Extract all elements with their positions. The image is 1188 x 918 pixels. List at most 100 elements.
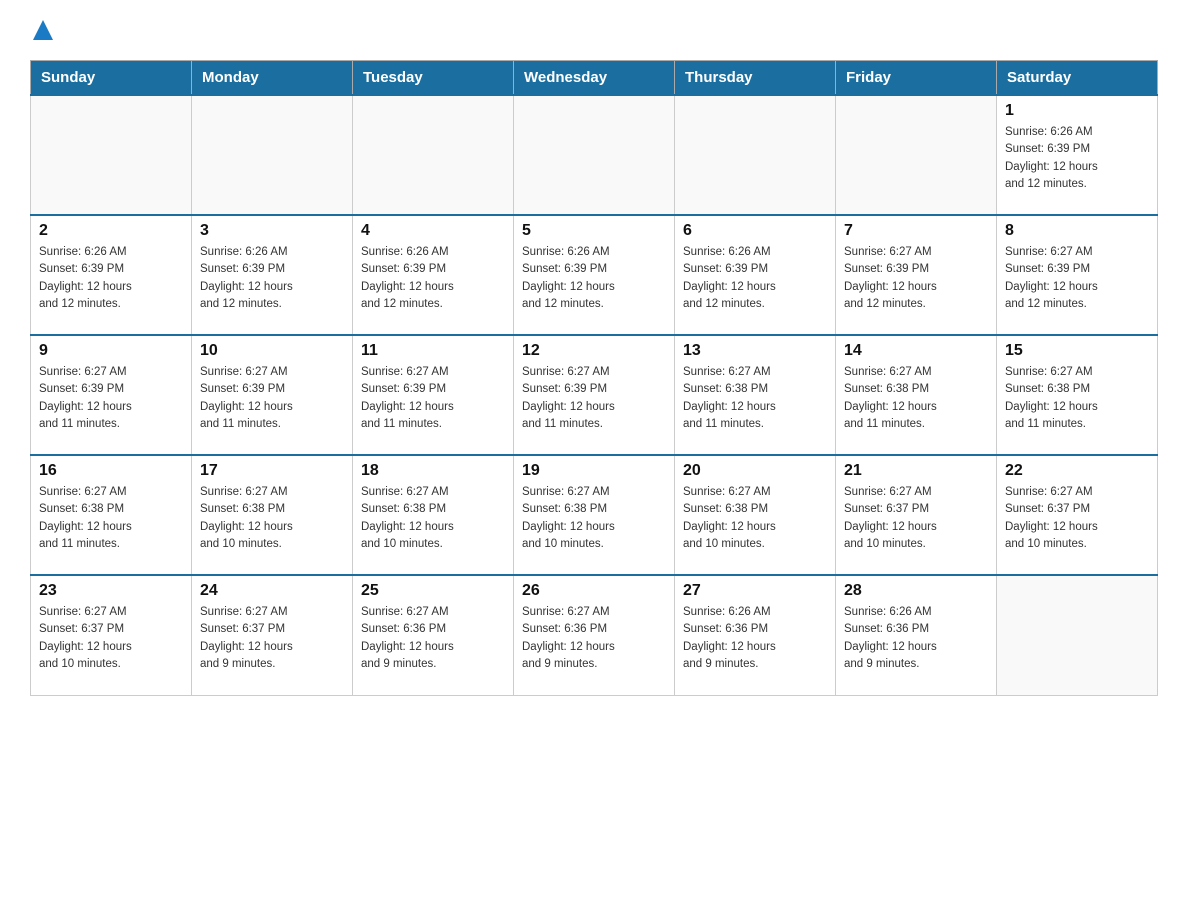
day-info: Sunrise: 6:27 AM Sunset: 6:36 PM Dayligh… <box>361 604 505 673</box>
day-number: 7 <box>844 222 988 240</box>
day-info: Sunrise: 6:26 AM Sunset: 6:36 PM Dayligh… <box>844 604 988 673</box>
day-cell: 14 Sunrise: 6:27 AM Sunset: 6:38 PM Dayli… <box>836 335 997 455</box>
day-cell: 25 Sunrise: 6:27 AM Sunset: 6:36 PM Dayli… <box>353 575 514 695</box>
day-cell: 19 Sunrise: 6:27 AM Sunset: 6:38 PM Dayli… <box>514 455 675 575</box>
day-cell: 9 Sunrise: 6:27 AM Sunset: 6:39 PM Daylig… <box>31 335 192 455</box>
day-info: Sunrise: 6:27 AM Sunset: 6:39 PM Dayligh… <box>844 244 988 313</box>
day-number: 4 <box>361 222 505 240</box>
header-saturday: Saturday <box>997 61 1158 96</box>
day-cell: 1Sunrise: 6:26 AM Sunset: 6:39 PM Daylig… <box>997 95 1158 215</box>
day-number: 2 <box>39 222 183 240</box>
day-number: 11 <box>361 342 505 360</box>
day-number: 12 <box>522 342 666 360</box>
day-cell: 8 Sunrise: 6:27 AM Sunset: 6:39 PM Daylig… <box>997 215 1158 335</box>
day-info: Sunrise: 6:26 AM Sunset: 6:39 PM Dayligh… <box>683 244 827 313</box>
logo <box>30 20 53 44</box>
header-wednesday: Wednesday <box>514 61 675 96</box>
day-cell: 3 Sunrise: 6:26 AM Sunset: 6:39 PM Daylig… <box>192 215 353 335</box>
day-info: Sunrise: 6:27 AM Sunset: 6:38 PM Dayligh… <box>522 484 666 553</box>
day-number: 19 <box>522 462 666 480</box>
day-info: Sunrise: 6:26 AM Sunset: 6:39 PM Dayligh… <box>39 244 183 313</box>
day-info: Sunrise: 6:27 AM Sunset: 6:39 PM Dayligh… <box>361 364 505 433</box>
day-cell: 13 Sunrise: 6:27 AM Sunset: 6:38 PM Dayli… <box>675 335 836 455</box>
day-cell: 27 Sunrise: 6:26 AM Sunset: 6:36 PM Dayli… <box>675 575 836 695</box>
day-number: 3 <box>200 222 344 240</box>
day-cell: 21 Sunrise: 6:27 AM Sunset: 6:37 PM Dayli… <box>836 455 997 575</box>
day-number: 26 <box>522 582 666 600</box>
day-info: Sunrise: 6:26 AM Sunset: 6:39 PM Dayligh… <box>200 244 344 313</box>
day-cell: 20Sunrise: 6:27 AM Sunset: 6:38 PM Dayli… <box>675 455 836 575</box>
day-info: Sunrise: 6:26 AM Sunset: 6:36 PM Dayligh… <box>683 604 827 673</box>
day-number: 28 <box>844 582 988 600</box>
week-row-3: 9 Sunrise: 6:27 AM Sunset: 6:39 PM Daylig… <box>31 335 1158 455</box>
day-info: Sunrise: 6:27 AM Sunset: 6:36 PM Dayligh… <box>522 604 666 673</box>
day-cell: 17 Sunrise: 6:27 AM Sunset: 6:38 PM Dayli… <box>192 455 353 575</box>
day-cell <box>836 95 997 215</box>
day-cell: 15 Sunrise: 6:27 AM Sunset: 6:38 PM Dayli… <box>997 335 1158 455</box>
day-number: 6 <box>683 222 827 240</box>
day-number: 10 <box>200 342 344 360</box>
day-cell <box>192 95 353 215</box>
day-number: 8 <box>1005 222 1149 240</box>
day-cell: 26 Sunrise: 6:27 AM Sunset: 6:36 PM Dayli… <box>514 575 675 695</box>
day-cell <box>675 95 836 215</box>
page-header <box>30 20 1158 44</box>
day-info: Sunrise: 6:26 AM Sunset: 6:39 PM Dayligh… <box>1005 124 1149 193</box>
week-row-4: 16 Sunrise: 6:27 AM Sunset: 6:38 PM Dayli… <box>31 455 1158 575</box>
day-cell: 2 Sunrise: 6:26 AM Sunset: 6:39 PM Daylig… <box>31 215 192 335</box>
day-info: Sunrise: 6:27 AM Sunset: 6:38 PM Dayligh… <box>683 364 827 433</box>
day-number: 9 <box>39 342 183 360</box>
day-cell: 23 Sunrise: 6:27 AM Sunset: 6:37 PM Dayli… <box>31 575 192 695</box>
day-number: 17 <box>200 462 344 480</box>
day-info: Sunrise: 6:27 AM Sunset: 6:37 PM Dayligh… <box>39 604 183 673</box>
day-number: 22 <box>1005 462 1149 480</box>
header-monday: Monday <box>192 61 353 96</box>
calendar-table: SundayMondayTuesdayWednesdayThursdayFrid… <box>30 60 1158 696</box>
day-info: Sunrise: 6:27 AM Sunset: 6:39 PM Dayligh… <box>522 364 666 433</box>
day-info: Sunrise: 6:27 AM Sunset: 6:37 PM Dayligh… <box>1005 484 1149 553</box>
header-sunday: Sunday <box>31 61 192 96</box>
day-number: 15 <box>1005 342 1149 360</box>
day-number: 14 <box>844 342 988 360</box>
day-info: Sunrise: 6:27 AM Sunset: 6:39 PM Dayligh… <box>39 364 183 433</box>
day-cell <box>514 95 675 215</box>
day-info: Sunrise: 6:27 AM Sunset: 6:39 PM Dayligh… <box>200 364 344 433</box>
header-friday: Friday <box>836 61 997 96</box>
day-cell: 11 Sunrise: 6:27 AM Sunset: 6:39 PM Dayli… <box>353 335 514 455</box>
day-number: 18 <box>361 462 505 480</box>
day-cell: 7 Sunrise: 6:27 AM Sunset: 6:39 PM Daylig… <box>836 215 997 335</box>
day-info: Sunrise: 6:27 AM Sunset: 6:38 PM Dayligh… <box>200 484 344 553</box>
header-tuesday: Tuesday <box>353 61 514 96</box>
day-number: 23 <box>39 582 183 600</box>
day-number: 20 <box>683 462 827 480</box>
calendar-header-row: SundayMondayTuesdayWednesdayThursdayFrid… <box>31 61 1158 96</box>
day-number: 21 <box>844 462 988 480</box>
day-cell: 18Sunrise: 6:27 AM Sunset: 6:38 PM Dayli… <box>353 455 514 575</box>
day-info: Sunrise: 6:26 AM Sunset: 6:39 PM Dayligh… <box>361 244 505 313</box>
header-thursday: Thursday <box>675 61 836 96</box>
day-cell <box>31 95 192 215</box>
day-number: 24 <box>200 582 344 600</box>
day-cell: 12 Sunrise: 6:27 AM Sunset: 6:39 PM Dayli… <box>514 335 675 455</box>
day-info: Sunrise: 6:27 AM Sunset: 6:38 PM Dayligh… <box>39 484 183 553</box>
logo-triangle-icon <box>33 20 53 40</box>
day-cell: 16 Sunrise: 6:27 AM Sunset: 6:38 PM Dayli… <box>31 455 192 575</box>
day-cell: 5Sunrise: 6:26 AM Sunset: 6:39 PM Daylig… <box>514 215 675 335</box>
day-info: Sunrise: 6:27 AM Sunset: 6:39 PM Dayligh… <box>1005 244 1149 313</box>
day-number: 25 <box>361 582 505 600</box>
week-row-5: 23 Sunrise: 6:27 AM Sunset: 6:37 PM Dayli… <box>31 575 1158 695</box>
day-info: Sunrise: 6:27 AM Sunset: 6:38 PM Dayligh… <box>844 364 988 433</box>
week-row-2: 2 Sunrise: 6:26 AM Sunset: 6:39 PM Daylig… <box>31 215 1158 335</box>
day-cell: 6 Sunrise: 6:26 AM Sunset: 6:39 PM Daylig… <box>675 215 836 335</box>
day-number: 5 <box>522 222 666 240</box>
day-number: 16 <box>39 462 183 480</box>
day-info: Sunrise: 6:27 AM Sunset: 6:37 PM Dayligh… <box>844 484 988 553</box>
day-number: 13 <box>683 342 827 360</box>
day-info: Sunrise: 6:27 AM Sunset: 6:38 PM Dayligh… <box>1005 364 1149 433</box>
day-cell: 24 Sunrise: 6:27 AM Sunset: 6:37 PM Dayli… <box>192 575 353 695</box>
day-number: 27 <box>683 582 827 600</box>
day-cell: 10 Sunrise: 6:27 AM Sunset: 6:39 PM Dayli… <box>192 335 353 455</box>
day-info: Sunrise: 6:27 AM Sunset: 6:37 PM Dayligh… <box>200 604 344 673</box>
day-cell <box>353 95 514 215</box>
day-cell <box>997 575 1158 695</box>
